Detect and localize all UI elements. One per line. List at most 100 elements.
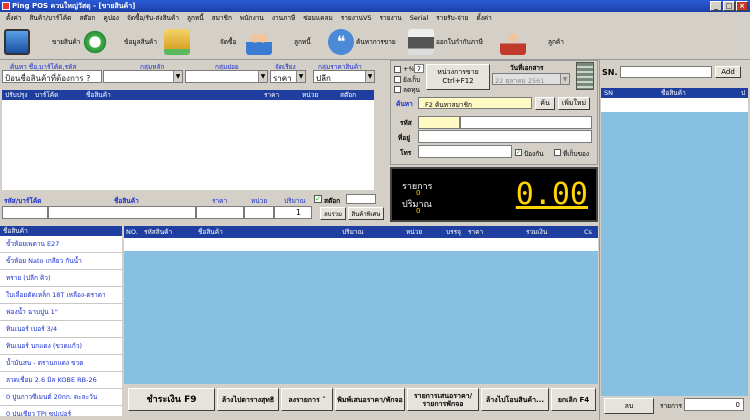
customer-code-input[interactable] [418,116,460,129]
pay-button[interactable]: ชำระเงิน F9 [128,388,215,411]
customer-address-input[interactable] [418,130,592,143]
cart-table-row-empty[interactable] [124,238,598,251]
menu-item[interactable]: สมาชิก [208,13,236,23]
price-group-select[interactable]: ปลีก ▼ [313,70,375,83]
menu-item[interactable]: พนักงาน [236,13,268,23]
sn-delete-button[interactable]: ลบ [604,398,654,414]
sn-column-header[interactable]: SN [604,88,613,98]
menu-item[interactable]: งานภาษี [268,13,300,23]
print-quote-button[interactable]: พิมพ์เสนอราคา/พักจอ [335,388,405,411]
main-group-select[interactable]: ▼ [103,70,183,83]
save-checkbox[interactable] [554,149,561,156]
toolbar-customer-button[interactable]: ลูกค้า [500,26,564,58]
list-item[interactable]: ทินเนอร์ เบอร์ 3/4 [0,321,122,338]
maximize-button[interactable]: □ [723,1,735,11]
menu-item[interactable]: จัดซื้อ/รับ-ส่งสินค้า [123,13,183,23]
list-item[interactable]: ทินเนอร์ นกแดง (ขวดแก้ว) [0,338,122,355]
product-column-header[interactable]: ชื่อสินค้า [86,90,111,100]
toolbar-sell-button[interactable]: ขายสินค้า [4,26,80,58]
menu-item[interactable]: รายรับ-จ่าย [432,13,472,23]
sub-group-select[interactable]: ▼ [185,70,268,83]
clear-button[interactable]: ลบรวม [320,207,346,220]
toolbar-print-tax-button[interactable]: ออกใบกำกับภาษี [408,26,483,58]
toolbar-debtor-button[interactable]: ลูกหนี้ [246,26,311,58]
unit-input[interactable] [244,206,274,219]
product-column-header[interactable]: บาร์โค้ด [35,90,58,100]
cart-column-header[interactable]: ปริมาณ [342,226,364,238]
menu-item[interactable]: คูปอง [99,13,123,23]
category-list[interactable]: ขั้วห้อยเพดาน E27 ขั้วห้อย Nato เกลียว กั… [0,236,122,416]
transfer-button[interactable]: ล้างไปโอนสินค้า... [481,388,549,411]
customer-name-input[interactable] [460,116,592,129]
vat-checkbox[interactable] [394,66,401,73]
cancel-sale-button[interactable]: ยกเลิก F4 [551,388,596,411]
menu-item[interactable]: สินค้า/บาร์โค้ด [25,13,75,23]
product-column-header[interactable]: หน่วย [302,90,318,100]
doc-date-picker[interactable]: 22 ตุลาคม 2561 ▼ [492,73,570,85]
list-item[interactable]: น้ำมันสน - ตรานกแดง ขวด [0,355,122,372]
cart-column-header[interactable]: บรรจุ [446,226,461,238]
product-table-body[interactable] [2,100,374,190]
list-item[interactable]: ขั้วห้อยเพดาน E27 [0,236,122,253]
price-incl-checkbox[interactable] [394,86,401,93]
search-input[interactable]: ป้อนชื่อสินค้าที่ต้องการ ? [2,70,102,83]
list-item[interactable]: ลวดเชื่อม 2.6 มิล KOBE RB-26 [0,372,122,389]
sn-table-body[interactable] [601,112,748,396]
special-product-button[interactable]: สินค้าพิเศษ [348,207,384,220]
product-column-header[interactable]: สต๊อก [340,90,356,100]
hold-sale-button[interactable]: หน่วงการขาย Ctrl+F12 [426,64,490,90]
list-item[interactable]: 0 ปูนเชียว TPI ซุปเปอร์ [0,406,122,416]
list-item[interactable]: ฟองน้ำ ฉาบปูน 1" [0,304,122,321]
sort-select[interactable]: ราคา ▼ [270,70,306,83]
price-label: ราคา [212,197,228,205]
hold-checkbox[interactable]: ✓ [515,149,522,156]
toolbar-search-history-button[interactable]: ❝ ค้นหาการขาย [328,26,396,58]
minimize-button[interactable]: _ [710,1,722,11]
product-column-header[interactable]: ปรับปรุง [5,90,28,100]
menu-item[interactable]: ตั้งค่า [2,13,25,23]
cart-column-header[interactable]: หน่วย [406,226,422,238]
calculator-icon[interactable] [576,62,594,90]
sn-input[interactable] [620,66,712,78]
cart-column-header[interactable]: รหัสสินค้า [144,226,172,238]
menu-item[interactable]: Serial [406,14,432,22]
list-item[interactable]: ใบเลื่อยตัดเหล็ก 18T เหลือง-ตราดา [0,287,122,304]
sn-add-button[interactable]: Add [715,66,741,78]
menu-item[interactable]: ลูกหนี้ [183,13,208,23]
sn-column-header[interactable]: ชื่อสินค้า [661,88,686,98]
toolbar-product-info-button[interactable]: ข้อมูลสินค้า [82,26,157,58]
cart-table-body[interactable] [124,251,598,384]
customer-search-button[interactable]: ค้น [535,97,555,110]
close-button[interactable]: × [736,1,748,11]
cart-column-header[interactable]: Cs [584,226,592,238]
cart-column-header[interactable]: ราคา [468,226,483,238]
list-button[interactable]: ลงรายการ ˄ [281,388,333,411]
qty-input[interactable]: 1 [274,206,312,219]
customer-phone-input[interactable] [418,145,512,158]
add-customer-button[interactable]: เพิ่มใหม่ [558,97,590,110]
quote-list-button[interactable]: รายการเสนอราคา/ รายการพักจอ [407,388,479,411]
vat-value[interactable]: 7 [414,64,424,73]
stock-checkbox[interactable]: ✓ [314,195,322,203]
toolbar-purchase-button[interactable]: จัดซื้อ [164,26,236,58]
menu-item[interactable]: สต๊อก [75,13,99,23]
cart-column-header[interactable]: ชื่อสินค้า [198,226,223,238]
list-item[interactable]: ทราย (ปลีก คิว) [0,270,122,287]
cart-column-header[interactable]: รวมเงิน [526,226,547,238]
recent-button[interactable]: ล้างไปตารางสุทธิ [217,388,279,411]
price-input[interactable] [196,206,244,219]
sn-table-row-empty[interactable] [601,98,748,112]
cart-column-header[interactable]: NO. [126,226,138,238]
product-name-input[interactable] [48,206,196,219]
menu-item[interactable]: ซ่อมแคลม [299,13,336,23]
no-vat-checkbox[interactable] [394,76,401,83]
sn-column-header[interactable]: ป [741,88,745,98]
menu-item[interactable]: รายงาน [376,13,406,23]
menu-item[interactable]: ตั้งค่า [472,13,495,23]
product-column-header[interactable]: ราคา [264,90,279,100]
list-item[interactable]: ขั้วห้อย Nato เกลียว กันน้ำ [0,253,122,270]
customer-search-input[interactable]: F2 ค้นหาสมาชิก [418,97,532,109]
menu-item[interactable]: รายงานVS [337,13,376,23]
barcode-input[interactable] [2,206,48,219]
list-item[interactable]: 0 ปูนกาวซีเมนต์ 20กก. ตะละวัน [0,389,122,406]
